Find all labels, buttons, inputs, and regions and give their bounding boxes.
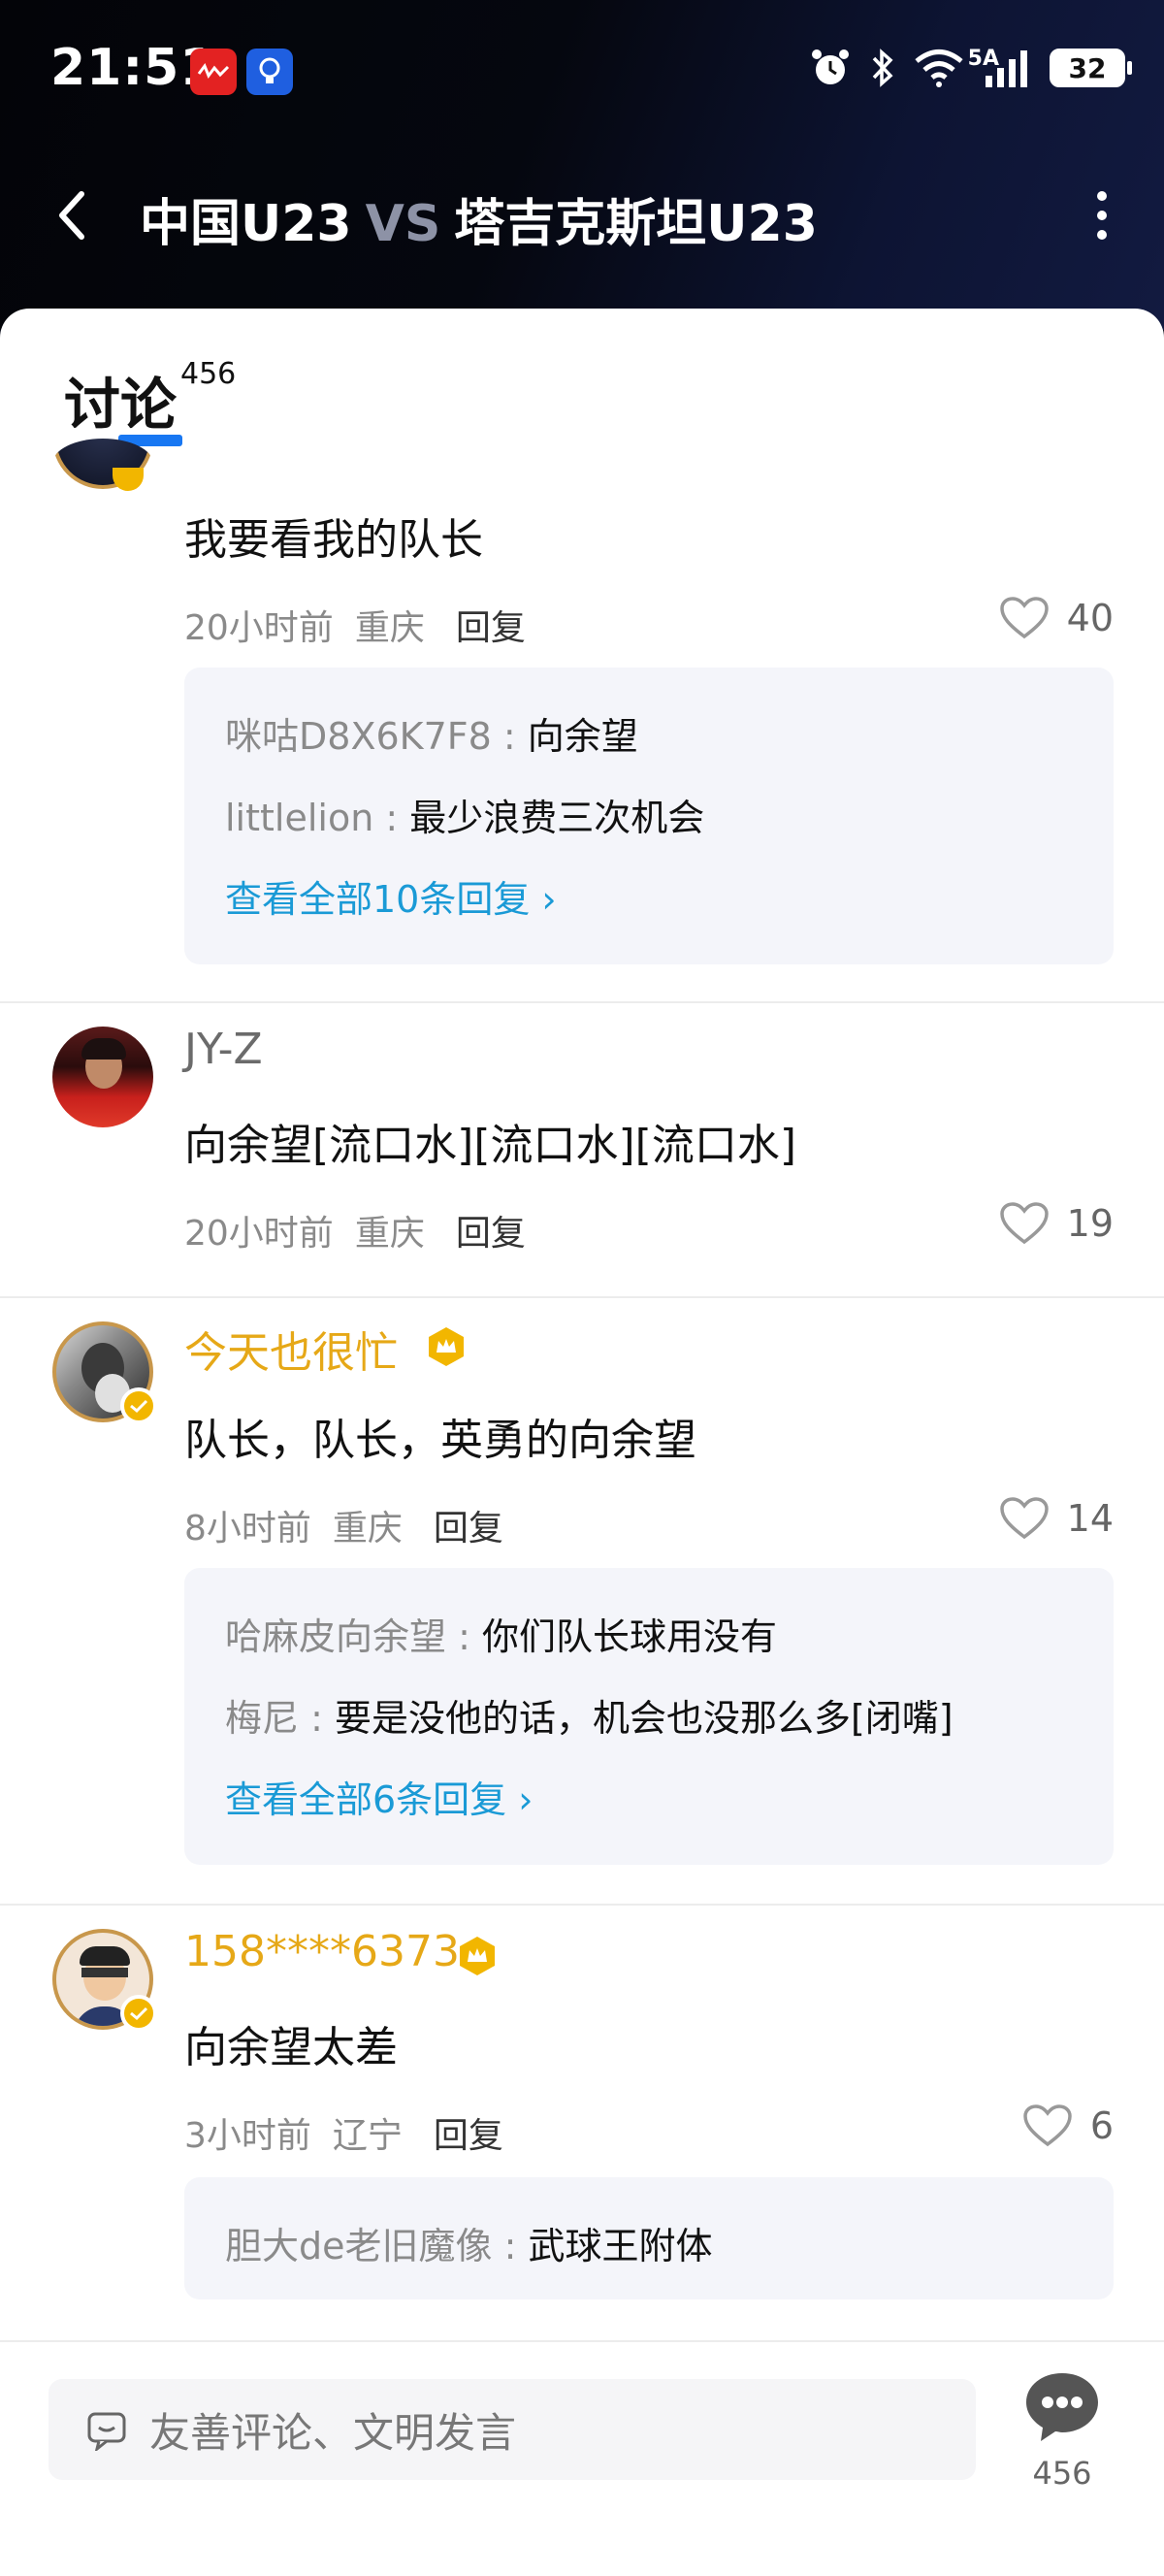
- see-all-replies-link[interactable]: 查看全部10条回复 ›: [225, 869, 557, 923]
- like-button[interactable]: 6: [1022, 2103, 1114, 2148]
- comment-time: 8小时前: [184, 1509, 311, 1549]
- nav-bar: 中国U23 VS 塔吉克斯坦U23: [0, 165, 1164, 262]
- comment-location: 重庆: [332, 1509, 403, 1549]
- comment-location: 重庆: [354, 608, 425, 648]
- reply-button[interactable]: 回复: [434, 2116, 503, 2156]
- reply-item: 哈麻皮向余望 : 你们队长球用没有: [225, 1615, 777, 1658]
- vs-label: VS: [365, 195, 441, 253]
- tab-discussion-count: 456: [180, 357, 237, 391]
- comment-username[interactable]: 158****6373: [184, 1927, 460, 1976]
- like-count: 40: [1066, 597, 1114, 639]
- avatar[interactable]: [52, 1027, 153, 1127]
- divider: [0, 1296, 1164, 1298]
- divider: [0, 1904, 1164, 1906]
- avatar[interactable]: [52, 1321, 157, 1424]
- reply-button[interactable]: 回复: [456, 1214, 526, 1254]
- comment-meta: 20小时前 重庆 回复: [184, 600, 547, 650]
- like-count: 19: [1066, 1202, 1114, 1245]
- wifi-icon: [915, 49, 963, 87]
- more-options-button[interactable]: [1090, 184, 1114, 246]
- bluetooth-icon: [872, 49, 893, 87]
- like-count: 14: [1066, 1497, 1114, 1540]
- vip-crown-icon: [456, 1935, 499, 1977]
- heart-icon: [999, 1497, 1049, 1540]
- comment-username[interactable]: 今天也很忙: [184, 1318, 398, 1380]
- discussion-panel: 讨论 456 我要看我的队长 20小时前 重庆 回复 40 咪咕D8X6K7F8 :…: [0, 309, 1164, 2576]
- comment-input-placeholder: 友善评论、文明发言: [149, 2408, 517, 2457]
- comment-content: 队长，队长，英勇的向余望: [184, 1416, 696, 1465]
- reply-preview-box[interactable]: 胆大de老旧魔像 : 武球王附体: [184, 2177, 1114, 2299]
- vip-crown-icon: [425, 1325, 468, 1368]
- bulb-app-icon: [246, 49, 293, 95]
- divider: [0, 1001, 1164, 1003]
- like-button[interactable]: 19: [999, 1201, 1114, 1246]
- like-count: 6: [1089, 2104, 1114, 2147]
- heart-icon: [999, 597, 1049, 639]
- chevron-left-icon: [59, 191, 84, 240]
- reply-preview-box[interactable]: 咪咕D8X6K7F8 : 向余望 littlelion : 最少浪费三次机会 查…: [184, 668, 1114, 964]
- heart-icon: [999, 1202, 1049, 1245]
- reply-item: 胆大de老旧魔像 : 武球王附体: [225, 2225, 713, 2267]
- comments-button[interactable]: [1018, 2367, 1106, 2445]
- comment-time: 20小时前: [184, 608, 334, 648]
- comment-meta: 20小时前 重庆 回复: [184, 1205, 547, 1255]
- signal-icon: [986, 50, 1027, 87]
- status-bar: 21:51 5A 32: [0, 0, 1164, 146]
- avatar[interactable]: [52, 1929, 157, 2032]
- comment-meta: 8小时前 重庆 回复: [184, 1500, 525, 1550]
- battery-indicator: 32: [1050, 49, 1132, 87]
- tab-bar: 讨论 456: [0, 309, 1164, 473]
- comment-input-bar: 友善评论、文明发言 456: [0, 2346, 1164, 2576]
- comment-time: 20小时前: [184, 1214, 334, 1254]
- reply-button[interactable]: 回复: [456, 608, 526, 648]
- alarm-icon: [812, 49, 849, 84]
- reply-button[interactable]: 回复: [434, 1509, 503, 1549]
- see-all-replies-link[interactable]: 查看全部6条回复 ›: [225, 1770, 533, 1823]
- comments-count: 456: [1032, 2455, 1092, 2492]
- comment-input[interactable]: 友善评论、文明发言: [48, 2379, 976, 2480]
- heart-icon: [1023, 2104, 1072, 2147]
- chat-bubble-icon: [87, 2412, 126, 2451]
- like-button[interactable]: 14: [999, 1496, 1114, 1541]
- comment-content: 向余望太差: [184, 2023, 398, 2072]
- team-away: 塔吉克斯坦U23: [454, 195, 818, 253]
- like-button[interactable]: 40: [999, 596, 1114, 640]
- verified-badge: [120, 1995, 157, 2032]
- comment-location: 辽宁: [332, 2116, 403, 2156]
- comment-meta: 3小时前 辽宁 回复: [184, 2107, 525, 2158]
- comment-content: 我要看我的队长: [184, 515, 483, 565]
- reply-preview-box[interactable]: 哈麻皮向余望 : 你们队长球用没有 梅尼 : 要是没他的话，机会也没那么多[闭嘴…: [184, 1568, 1114, 1865]
- comment-time: 3小时前: [184, 2116, 311, 2156]
- match-title: 中国U23 VS 塔吉克斯坦U23: [140, 182, 818, 255]
- comment-icon: [1026, 2373, 1098, 2441]
- team-home: 中国U23: [140, 195, 352, 253]
- verified-badge: [120, 1387, 157, 1424]
- divider: [0, 2340, 1164, 2342]
- comment-username[interactable]: JY-Z: [184, 1025, 263, 1074]
- comment-location: 重庆: [354, 1214, 425, 1254]
- reply-item: littlelion : 最少浪费三次机会: [225, 797, 705, 839]
- back-button[interactable]: [45, 186, 103, 245]
- reply-item: 咪咕D8X6K7F8 : 向余望: [225, 715, 638, 758]
- tab-discussion[interactable]: 讨论: [64, 359, 177, 440]
- notification-app-icon: [190, 49, 237, 95]
- reply-item: 梅尼 : 要是没他的话，机会也没那么多[闭嘴]: [225, 1697, 954, 1740]
- comment-content: 向余望[流口水][流口水][流口水]: [184, 1121, 796, 1170]
